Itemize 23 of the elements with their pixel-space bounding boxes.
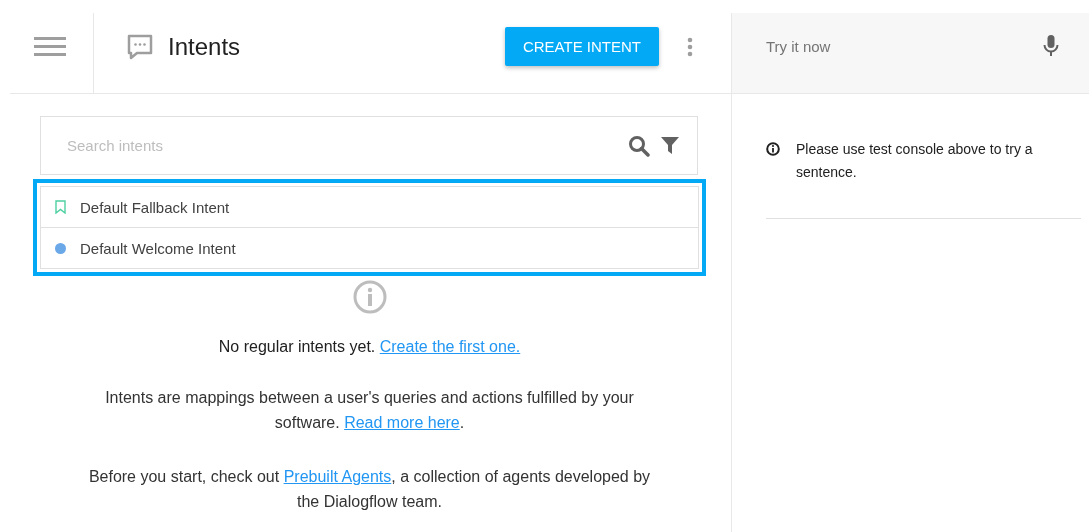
bookmark-icon (55, 200, 66, 214)
search-icon[interactable] (628, 135, 650, 157)
menu-icon[interactable] (34, 37, 66, 57)
dot-icon (55, 242, 66, 254)
info-paragraph: Before you start, check out Prebuilt Agents, a collection of agents developed by the Dialogflow team. (87, 467, 652, 512)
chat-bubble-icon (126, 32, 154, 61)
intent-item[interactable]: Default Fallback Intent (41, 187, 698, 227)
console-note: Please use test console above to try a sentence. (796, 140, 1034, 182)
microphone-icon[interactable] (1043, 35, 1059, 57)
empty-headline: No regular intents yet. Create the first one. (218, 338, 521, 356)
create-link[interactable]: Create the first one. (379, 338, 521, 355)
help-link[interactable]: Read more here (344, 414, 460, 431)
help-link[interactable]: Prebuilt Agents (283, 468, 392, 485)
page-title: Intents (168, 32, 241, 61)
info-icon (766, 142, 780, 156)
create-intent-button[interactable]: CREATE INTENT (504, 27, 659, 66)
info-paragraph: Intents are mappings between a user's queries and actions fulfilled by your software. Read more here. (104, 388, 635, 433)
test-console-field[interactable]: Try it now (732, 13, 1089, 93)
search-field[interactable]: Search intents (40, 116, 698, 175)
intent-item[interactable]: Default Welcome Intent (41, 227, 698, 268)
more-options-icon[interactable] (687, 36, 693, 57)
info-icon (352, 280, 387, 314)
filter-icon[interactable] (660, 135, 680, 155)
